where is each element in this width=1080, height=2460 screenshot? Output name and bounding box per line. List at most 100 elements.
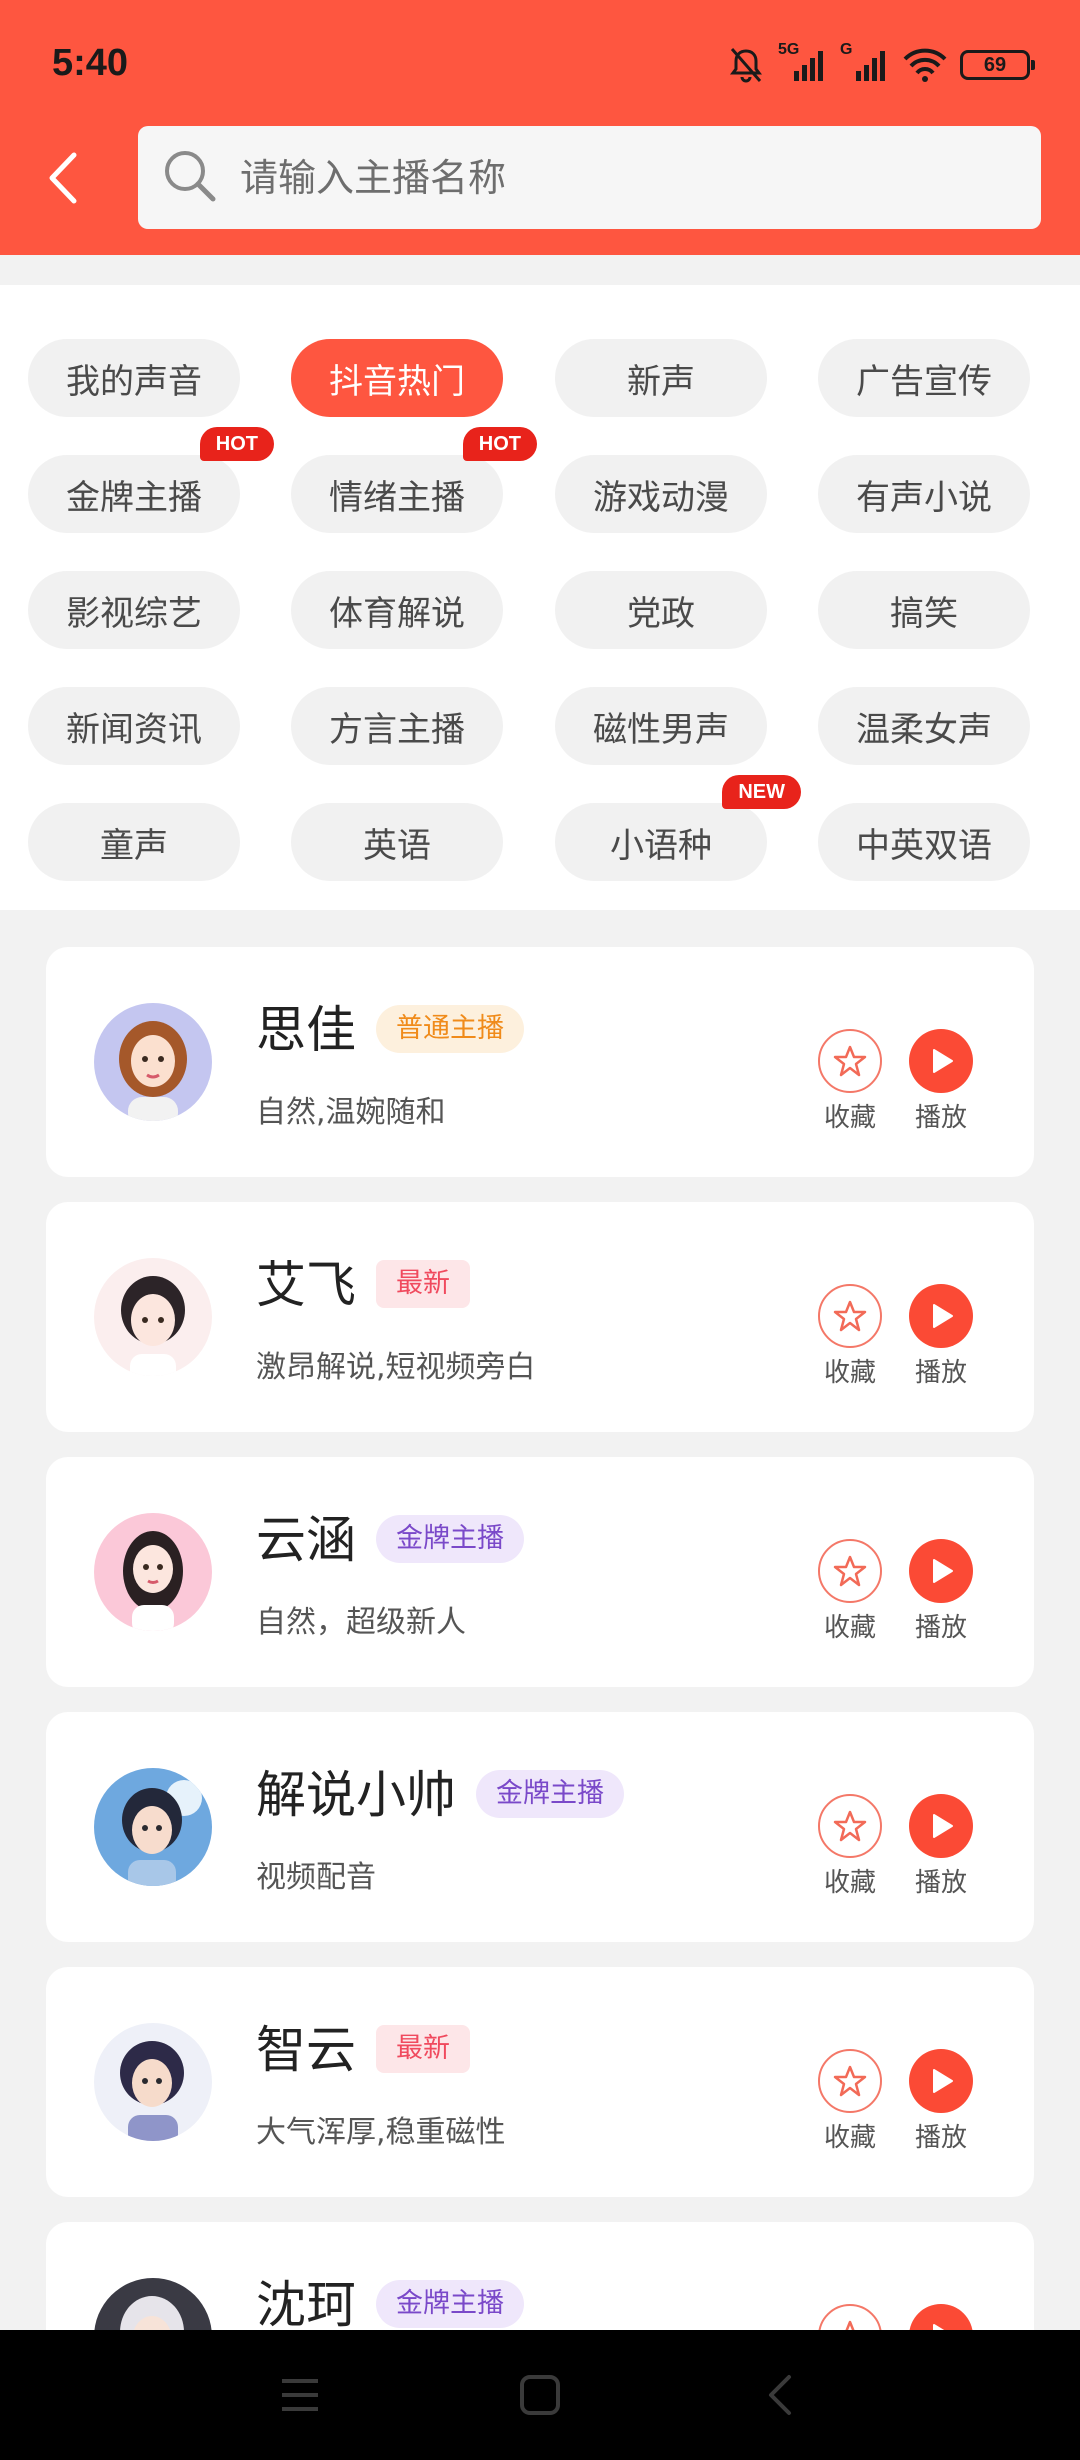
favorite-button[interactable]: 收藏 — [815, 1539, 885, 1644]
anchor-tag: 最新 — [376, 2025, 470, 2073]
category-label: 党政 — [627, 593, 695, 634]
play-icon — [933, 2069, 953, 2093]
avatar — [94, 1513, 212, 1631]
anchor-tag: 金牌主播 — [476, 1770, 624, 1818]
category-label: 情绪主播 — [329, 477, 465, 518]
play-button[interactable]: 播放 — [906, 1284, 976, 1389]
category-chip[interactable]: 有声小说 — [818, 455, 1030, 533]
anchor-card[interactable]: 云涵 金牌主播 自然，超级新人 收藏 播放 — [46, 1457, 1034, 1687]
star-icon — [833, 1555, 867, 1587]
category-chip[interactable]: 温柔女声 — [818, 687, 1030, 765]
category-chip[interactable]: 小语种 NEW — [555, 775, 801, 881]
category-chip[interactable]: 新声 — [555, 339, 767, 417]
category-label: 我的声音 — [66, 361, 202, 402]
favorite-button[interactable]: 收藏 — [815, 2049, 885, 2154]
category-label: 新声 — [627, 361, 695, 402]
back-nav-button[interactable] — [750, 2370, 810, 2420]
home-nav-button[interactable] — [510, 2370, 570, 2420]
play-label: 播放 — [914, 1358, 967, 1388]
favorite-button[interactable]: 收藏 — [815, 1029, 885, 1134]
avatar — [94, 1768, 212, 1886]
category-label: 小语种 — [610, 825, 712, 866]
category-chip[interactable]: 金牌主播 HOT — [28, 427, 274, 533]
star-icon — [833, 1045, 867, 1077]
hot-badge: HOT — [462, 427, 537, 461]
status-icons: 5G G 69 — [726, 40, 1035, 90]
status-time: 5:40 — [52, 42, 129, 84]
play-button[interactable]: 播放 — [906, 2049, 976, 2154]
anchor-tag: 金牌主播 — [376, 2280, 524, 2328]
search-input[interactable] — [240, 155, 1000, 200]
signal-5g-icon: 5G — [778, 41, 828, 83]
new-badge: NEW — [722, 775, 801, 809]
category-chip[interactable]: 中英双语 — [818, 803, 1030, 881]
favorite-button[interactable]: 收藏 — [815, 1284, 885, 1389]
search-bar[interactable] — [138, 126, 1041, 229]
favorite-label: 收藏 — [823, 1613, 876, 1643]
category-chip[interactable]: 童声 — [28, 803, 240, 881]
category-chip[interactable]: 游戏动漫 — [555, 455, 767, 533]
play-icon — [933, 1049, 953, 1073]
anchor-card[interactable]: 思佳 普通主播 自然,温婉随和 收藏 播放 — [46, 947, 1034, 1177]
anchor-card[interactable]: 艾飞 最新 激昂解说,短视频旁白 收藏 播放 — [46, 1202, 1034, 1432]
category-chip[interactable]: 方言主播 — [291, 687, 503, 765]
category-chip[interactable]: 情绪主播 HOT — [291, 427, 537, 533]
anchor-description: 视频配音 — [256, 1860, 376, 1895]
category-chip[interactable]: 广告宣传 — [818, 339, 1030, 417]
category-label: 温柔女声 — [856, 709, 992, 750]
hot-badge: HOT — [199, 427, 274, 461]
category-chip[interactable]: 搞笑 — [818, 571, 1030, 649]
network-type-1: 5G — [778, 41, 800, 58]
anchor-card[interactable]: 智云 最新 大气浑厚,稳重磁性 收藏 播放 — [46, 1967, 1034, 2197]
avatar — [94, 2023, 212, 2141]
home-icon — [520, 2375, 560, 2415]
anchor-name: 思佳 — [256, 1001, 356, 1059]
play-icon — [933, 1814, 953, 1838]
play-icon — [933, 1559, 953, 1583]
anchor-tag: 金牌主播 — [376, 1515, 524, 1563]
category-label: 童声 — [100, 825, 168, 866]
favorite-label: 收藏 — [823, 1103, 876, 1133]
back-button[interactable] — [38, 145, 88, 211]
category-label: 金牌主播 — [66, 477, 202, 518]
category-chip[interactable]: 党政 — [555, 571, 767, 649]
category-label: 英语 — [363, 825, 431, 866]
category-label: 体育解说 — [329, 593, 465, 634]
avatar — [94, 1003, 212, 1121]
anchor-name: 沈珂 — [256, 2276, 356, 2334]
favorite-button[interactable]: 收藏 — [815, 1794, 885, 1899]
network-type-2: G — [840, 41, 853, 58]
favorite-label: 收藏 — [823, 1358, 876, 1388]
anchor-tag: 最新 — [376, 1260, 470, 1308]
category-chip-active[interactable]: 抖音热门 — [291, 339, 503, 417]
anchor-description: 大气浑厚,稳重磁性 — [256, 2115, 506, 2150]
anchor-card[interactable]: 解说小帅 金牌主播 视频配音 收藏 播放 — [46, 1712, 1034, 1942]
play-button[interactable]: 播放 — [906, 1029, 976, 1134]
anchor-description: 自然,温婉随和 — [256, 1095, 446, 1130]
category-label: 磁性男声 — [593, 709, 729, 750]
category-chip[interactable]: 影视综艺 — [28, 571, 240, 649]
top-bar: 5:40 5G G 69 请输入主播名称 — [0, 0, 1080, 255]
category-grid: 我的声音 抖音热门 新声 广告宣传 金牌主播 HOT 情绪主播 HOT 游戏动漫… — [0, 285, 1080, 910]
favorite-label: 收藏 — [823, 1868, 876, 1898]
play-label: 播放 — [914, 1613, 967, 1643]
play-icon — [933, 1304, 953, 1328]
category-chip[interactable]: 新闻资讯 — [28, 687, 240, 765]
category-label: 影视综艺 — [66, 593, 202, 634]
menu-icon — [282, 2379, 318, 2411]
play-button[interactable]: 播放 — [906, 1794, 976, 1899]
anchor-name: 云涵 — [256, 1511, 356, 1569]
play-label: 播放 — [914, 1868, 967, 1898]
star-icon — [833, 2065, 867, 2097]
category-chip[interactable]: 我的声音 — [28, 339, 240, 417]
anchor-name: 解说小帅 — [256, 1766, 456, 1824]
anchor-description: 激昂解说,短视频旁白 — [256, 1350, 536, 1385]
play-button[interactable]: 播放 — [906, 1539, 976, 1644]
category-chip[interactable]: 英语 — [291, 803, 503, 881]
menu-nav-button[interactable] — [270, 2370, 330, 2420]
search-icon — [162, 148, 218, 208]
category-label: 抖音热门 — [329, 361, 465, 402]
category-chip[interactable]: 体育解说 — [291, 571, 503, 649]
signal-g-icon: G — [840, 41, 890, 83]
category-chip[interactable]: 磁性男声 — [555, 687, 767, 765]
